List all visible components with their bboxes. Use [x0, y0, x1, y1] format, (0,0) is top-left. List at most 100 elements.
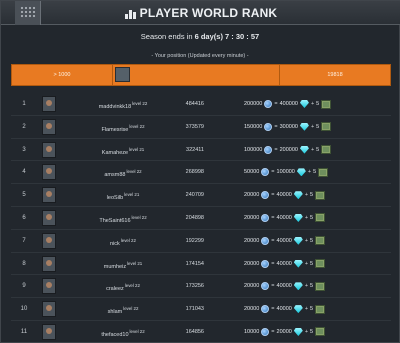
crate-icon — [318, 167, 329, 177]
gem-icon — [296, 168, 306, 177]
leaderboard-row[interactable]: 3 Kamahezelevel 21 322411 100000 = 20000… — [11, 139, 391, 162]
leaderboard-row[interactable]: 10 shlamlevel 22 171043 20000 = 40000 + … — [11, 298, 391, 321]
my-score: 19818 — [279, 65, 390, 85]
player-name-text: shlam — [107, 309, 123, 315]
rank-window: PLAYER WORLD RANK Season ends in 6 day(s… — [0, 0, 400, 343]
gem-reward: 40000 — [276, 214, 292, 221]
leaderboard-row[interactable]: 7 nicklevel 22 192299 20000 = 40000 + 5 — [11, 230, 391, 253]
leaderboard-row[interactable]: 6 TheSaint616level 22 204898 20000 = 400… — [11, 207, 391, 230]
gem-icon — [299, 122, 309, 131]
plus-sign: + — [304, 237, 309, 244]
player-name[interactable]: Flamesriselevel 22 — [87, 116, 159, 141]
my-rank-row[interactable]: > 1000 19818 — [11, 64, 391, 86]
player-avatar[interactable] — [42, 118, 56, 135]
silver-reward: 20000 — [244, 214, 260, 221]
player-avatar[interactable] — [42, 96, 56, 112]
player-name-text: thefaced10 — [101, 331, 129, 338]
plus-sign: = — [274, 101, 278, 107]
player-avatar[interactable] — [42, 141, 56, 158]
reward-group: 100000 = 200000 + 5 — [244, 139, 374, 161]
leaderboard-row[interactable]: 5 leoSilblevel 21 240709 20000 = 40000 +… — [11, 184, 391, 207]
reward-group: 10000 = 20000 + 5 — [244, 321, 374, 343]
player-name[interactable]: nicklevel 22 — [87, 230, 159, 255]
leaderboard-row[interactable]: 9 craleezlevel 22 173256 20000 = 40000 +… — [11, 275, 391, 300]
player-avatar[interactable] — [42, 209, 56, 226]
silver-reward: 20000 — [244, 260, 260, 267]
player-avatar[interactable] — [42, 232, 56, 249]
player-points: 373579 — [185, 123, 204, 130]
player-name[interactable]: amsm88level 22 — [87, 161, 159, 186]
leaderboard-list: 1 maddvinkk18level 22 484416 200000 = 40… — [11, 93, 391, 343]
rank-number: 10 — [20, 306, 28, 313]
player-name[interactable]: maddvinkk18level 22 — [87, 93, 159, 118]
gem-icon — [293, 282, 303, 291]
player-avatar[interactable] — [42, 301, 56, 318]
reward-group: 20000 = 40000 + 5 — [244, 253, 374, 275]
player-avatar[interactable] — [42, 278, 56, 295]
silver-coin-icon — [264, 100, 273, 108]
player-name[interactable]: Kamahezelevel 21 — [87, 139, 159, 164]
player-name[interactable]: craleezlevel 22 — [87, 275, 159, 300]
gem-reward: 200000 — [279, 146, 298, 153]
player-level: level 21 — [127, 260, 143, 266]
player-name[interactable]: thefaced10level 22 — [87, 321, 159, 343]
silver-reward: 200000 — [244, 101, 263, 107]
plus-sign: + — [304, 328, 309, 335]
player-name[interactable]: shlamlevel 22 — [87, 298, 159, 323]
gem-icon — [293, 213, 303, 222]
player-name[interactable]: leoSilblevel 21 — [87, 184, 159, 209]
leaderboard-row[interactable]: 8 mumheizlevel 21 174154 20000 = 40000 +… — [11, 253, 391, 276]
silver-reward: 100000 — [244, 146, 263, 153]
leaderboard-row[interactable]: 11 thefaced10level 22 164856 10000 = 200… — [11, 321, 391, 343]
player-name[interactable]: mumheizlevel 21 — [87, 253, 159, 278]
player-level: level 22 — [123, 306, 139, 312]
silver-coin-icon — [261, 282, 270, 291]
silver-coin-icon — [261, 236, 270, 245]
silver-coin-icon — [261, 213, 270, 222]
gem-reward: 400000 — [279, 101, 298, 107]
silver-reward: 20000 — [244, 306, 260, 313]
silver-reward: 10000 — [244, 328, 260, 335]
leaderboard-row[interactable]: 4 amsm88level 22 268998 50000 = 100000 +… — [11, 161, 391, 186]
leaderboard-row[interactable]: 1 maddvinkk18level 22 484416 200000 = 40… — [11, 93, 391, 116]
player-name-text: mumheiz — [103, 263, 127, 270]
player-points: 171043 — [185, 306, 204, 313]
plus-sign: + — [304, 260, 309, 267]
my-rank: > 1000 — [12, 65, 113, 85]
player-name[interactable]: TheSaint616level 22 — [87, 207, 159, 232]
player-level: level 21 — [124, 192, 140, 198]
plus-sign: + — [310, 146, 315, 153]
crate-icon — [315, 304, 326, 314]
plus-sign: = — [271, 328, 275, 335]
reward-group: 20000 = 40000 + 5 — [244, 184, 374, 206]
player-name-text: Flamesrise — [101, 126, 129, 133]
plus-sign: = — [271, 192, 275, 199]
player-name-text: nick — [110, 240, 120, 247]
player-avatar[interactable] — [42, 323, 56, 340]
player-avatar[interactable] — [42, 164, 56, 181]
silver-coin-icon — [261, 327, 270, 336]
plus-sign: + — [304, 306, 309, 313]
reward-group: 20000 = 40000 + 5 — [244, 298, 374, 320]
player-avatar[interactable] — [42, 255, 56, 272]
player-level: level 22 — [120, 237, 136, 243]
crate-icon — [321, 145, 332, 155]
silver-coin-icon — [261, 168, 270, 177]
crate-icon — [315, 327, 326, 337]
plus-sign: = — [274, 146, 278, 153]
player-avatar[interactable] — [42, 187, 56, 204]
gem-reward: 40000 — [276, 306, 292, 313]
my-avatar — [115, 67, 130, 82]
plus-sign: = — [271, 306, 275, 313]
plus-sign: + — [304, 192, 309, 199]
player-points: 240709 — [185, 192, 204, 199]
player-level: level 22 — [131, 214, 147, 220]
plus-sign: + — [310, 101, 315, 107]
player-level: level 22 — [126, 169, 142, 175]
season-prefix: Season ends in — [140, 32, 193, 41]
silver-reward: 150000 — [244, 123, 263, 130]
plus-sign: = — [271, 214, 275, 221]
leaderboard-row[interactable]: 2 Flamesriselevel 22 373579 150000 = 300… — [11, 116, 391, 139]
silver-reward: 20000 — [244, 237, 260, 244]
crate-icon — [315, 259, 326, 269]
